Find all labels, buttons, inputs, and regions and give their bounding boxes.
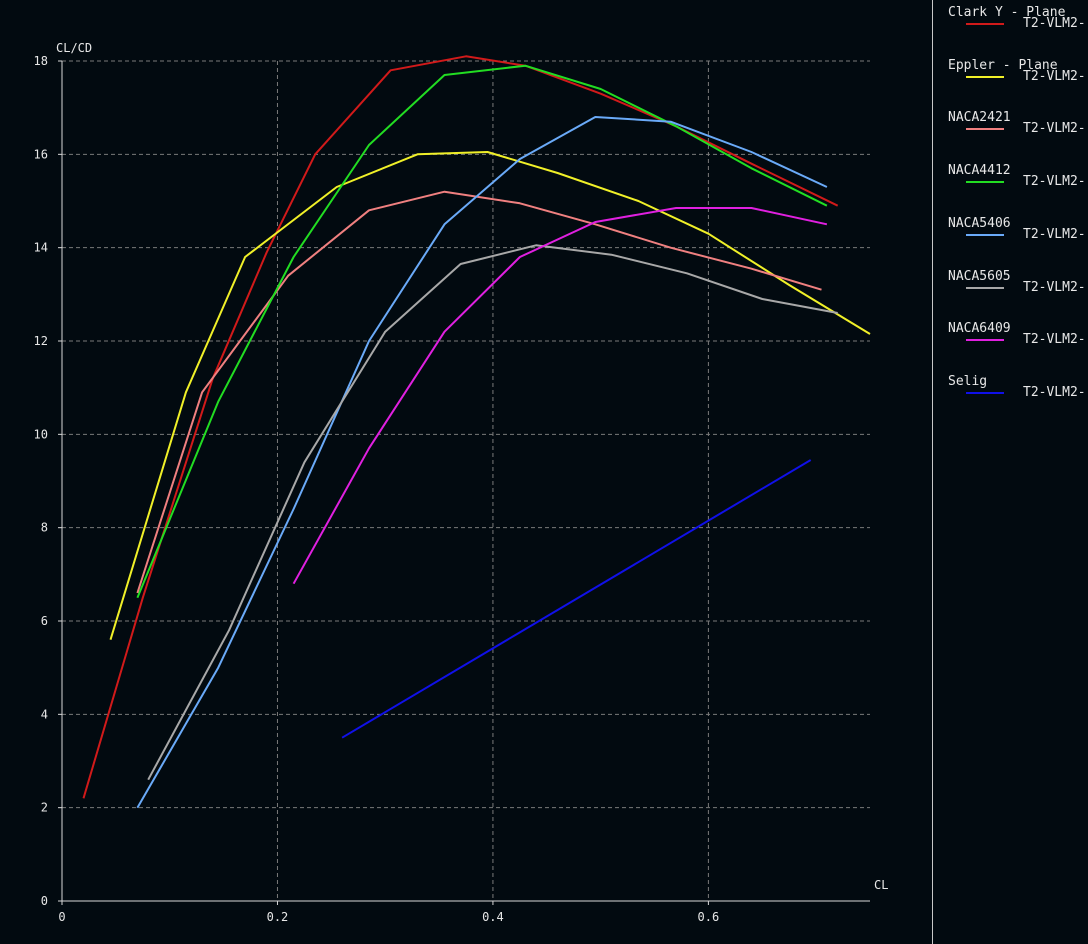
y-tick-label: 10 <box>34 427 48 441</box>
legend: Clark Y - Plane T2-VLM2- Eppler - Plane T2-… <box>932 0 1088 944</box>
legend-series-label: T2-VLM2- <box>1023 384 1086 400</box>
y-tick-label: 18 <box>34 54 48 68</box>
legend-swatch <box>966 128 1004 131</box>
legend-group-title: NACA6409 <box>948 321 1011 337</box>
x-tick-label: 0 <box>58 910 65 924</box>
legend-swatch <box>966 181 1004 184</box>
legend-swatch <box>966 233 1004 236</box>
legend-swatch <box>966 339 1004 342</box>
legend-group-title: NACA5605 <box>948 268 1011 284</box>
legend-swatch <box>966 75 1004 78</box>
legend-group-title: Selig <box>948 373 988 389</box>
grid <box>62 60 870 901</box>
y-tick-label: 16 <box>34 147 48 161</box>
legend-group-title: NACA2421 <box>948 110 1011 126</box>
graph-window: CL/CD CL 0 2 4 6 8 10 12 14 16 18 0 0.2 0.4 0.6 Clark… <box>0 0 1088 944</box>
y-tick-label: 12 <box>34 334 48 348</box>
legend-group-title: NACA5406 <box>948 215 1011 231</box>
series-line-selig <box>341 459 812 739</box>
legend-series-label: T2-VLM2- <box>1023 68 1086 84</box>
polar-chart[interactable]: CL/CD CL 0 2 4 6 8 10 12 14 16 18 0 0.2 0.4 0.6 <box>0 0 932 944</box>
series-line-naca2421 <box>136 190 822 594</box>
legend-series-label: T2-VLM2- <box>1023 279 1086 295</box>
series-line-naca5406 <box>136 116 828 809</box>
y-tick-label: 14 <box>34 241 48 255</box>
series-line-clark-y-plane <box>82 55 839 799</box>
legend-series-label: T2-VLM2- <box>1023 16 1086 31</box>
x-tick-label: 0.4 <box>482 910 504 924</box>
y-tick-label: 0 <box>41 894 48 908</box>
y-tick-label: 2 <box>41 801 48 815</box>
y-axis-label: CL/CD <box>56 41 92 55</box>
x-tick-label: 0.6 <box>698 910 720 924</box>
x-tick-label: 0.2 <box>267 910 289 924</box>
y-tick-label: 8 <box>41 521 48 535</box>
y-tick-label: 6 <box>41 614 48 628</box>
series-line-eppler-plane <box>109 151 871 640</box>
tick-labels: 0 2 4 6 8 10 12 14 16 18 0 0.2 0.4 0.6 <box>34 54 720 924</box>
legend-series-label: T2-VLM2- <box>1023 174 1086 190</box>
y-tick-label: 4 <box>41 707 48 721</box>
legend-group-title: NACA4412 <box>948 163 1011 179</box>
legend-series-label: T2-VLM2- <box>1023 121 1086 137</box>
series-lines <box>82 55 871 809</box>
x-axis-label: CL <box>874 878 888 892</box>
series-line-naca4412 <box>136 64 828 599</box>
legend-swatch <box>966 391 1004 394</box>
legend-swatch <box>966 286 1004 289</box>
legend-series-label: T2-VLM2- <box>1023 332 1086 348</box>
legend-series-label: T2-VLM2- <box>1023 226 1086 242</box>
legend-swatch <box>966 23 1004 25</box>
